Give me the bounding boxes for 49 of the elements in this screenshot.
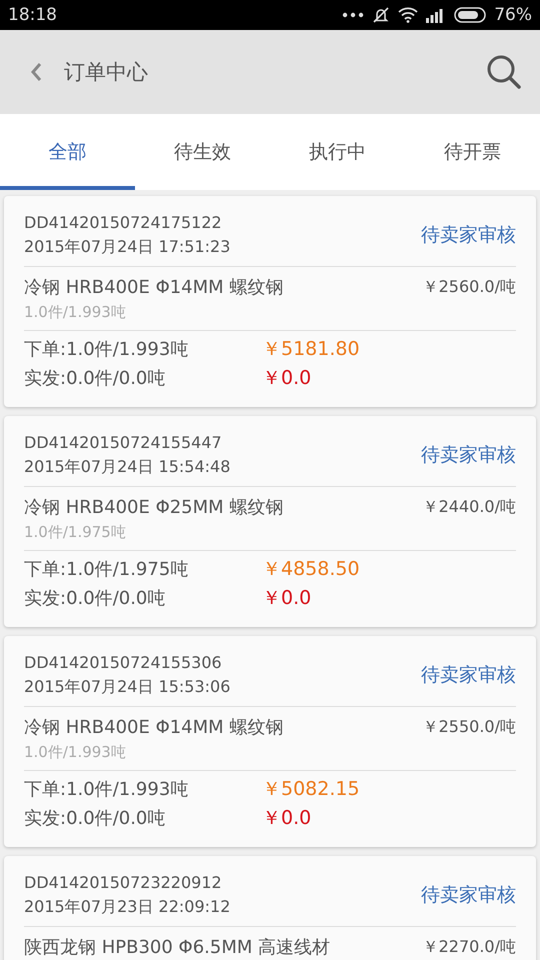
order-number: DD41420150724155306 <box>24 652 223 674</box>
order-card[interactable]: DD41420150724175122 2015年07月24日 17:51:23 待卖家审核 冷钢 HRB400E Φ14MM 螺纹钢 ￥2560.0/吨 1.0件/1.993吨 下单:1.0件/1.993吨 ￥5181.80 实发:0.0件/0.0吨 ￥0.0 <box>4 196 536 407</box>
chevron-left-icon <box>30 62 42 82</box>
order-date: 2015年07月23日 22:09:12 <box>24 896 230 918</box>
battery-icon <box>454 7 486 23</box>
ordered-amount: ￥5181.80 <box>262 337 361 362</box>
product-quantity: 1.0件/1.993吨 <box>24 303 127 322</box>
product-quantity: 1.0件/1.993吨 <box>24 743 127 762</box>
order-status: 待卖家审核 <box>421 663 516 688</box>
ordered-quantity: 下单:1.0件/1.975吨 <box>24 558 190 582</box>
order-number: DD41420150723220912 <box>24 872 223 894</box>
shipped-quantity: 实发:0.0件/0.0吨 <box>24 587 166 611</box>
unit-price: ￥2550.0/吨 <box>422 716 516 738</box>
wifi-icon <box>398 7 418 23</box>
shipped-quantity: 实发:0.0件/0.0吨 <box>24 807 166 831</box>
order-number: DD41420150724175122 <box>24 212 223 234</box>
order-date: 2015年07月24日 17:51:23 <box>24 236 230 258</box>
unit-price: ￥2440.0/吨 <box>422 496 516 518</box>
more-icon <box>342 12 364 18</box>
muted-bell-icon <box>372 6 390 24</box>
battery-level: 76% <box>494 5 532 25</box>
order-date: 2015年07月24日 15:53:06 <box>24 676 230 698</box>
ordered-amount: ￥5082.15 <box>262 777 361 802</box>
order-date: 2015年07月24日 15:54:48 <box>24 456 230 478</box>
ordered-quantity: 下单:1.0件/1.993吨 <box>24 338 190 362</box>
page-title: 订单中心 <box>64 59 149 86</box>
order-status: 待卖家审核 <box>421 223 516 248</box>
order-status: 待卖家审核 <box>421 443 516 468</box>
order-card[interactable]: DD41420150723220912 2015年07月23日 22:09:12 待卖家审核 陕西龙钢 HPB300 Φ6.5MM 高速线材 ￥2270.0/吨 <box>4 856 536 960</box>
order-number: DD41420150724155447 <box>24 432 223 454</box>
product-name: 陕西龙钢 HPB300 Φ6.5MM 高速线材 <box>24 936 330 959</box>
ordered-amount: ￥4858.50 <box>262 557 361 582</box>
shipped-amount: ￥0.0 <box>262 806 312 831</box>
shipped-amount: ￥0.0 <box>262 366 312 391</box>
order-card[interactable]: DD41420150724155306 2015年07月24日 15:53:06 待卖家审核 冷钢 HRB400E Φ14MM 螺纹钢 ￥2550.0/吨 1.0件/1.993吨 下单:1.0件/1.993吨 ￥5082.15 实发:0.0件/0.0吨 ￥0.0 <box>4 636 536 847</box>
search-button[interactable] <box>486 54 522 90</box>
order-card[interactable]: DD41420150724155447 2015年07月24日 15:54:48 待卖家审核 冷钢 HRB400E Φ25MM 螺纹钢 ￥2440.0/吨 1.0件/1.975吨 下单:1.0件/1.975吨 ￥4858.50 实发:0.0件/0.0吨 ￥0.0 <box>4 416 536 627</box>
product-name: 冷钢 HRB400E Φ14MM 螺纹钢 <box>24 716 284 739</box>
ordered-quantity: 下单:1.0件/1.993吨 <box>24 778 190 802</box>
shipped-quantity: 实发:0.0件/0.0吨 <box>24 367 166 391</box>
product-name: 冷钢 HRB400E Φ25MM 螺纹钢 <box>24 496 284 519</box>
product-name: 冷钢 HRB400E Φ14MM 螺纹钢 <box>24 276 284 299</box>
product-quantity: 1.0件/1.975吨 <box>24 523 127 542</box>
shipped-amount: ￥0.0 <box>262 586 312 611</box>
unit-price: ￥2560.0/吨 <box>422 276 516 298</box>
order-status: 待卖家审核 <box>421 883 516 908</box>
unit-price: ￥2270.0/吨 <box>422 936 516 958</box>
status-time: 18:18 <box>8 5 57 25</box>
search-icon <box>486 54 522 90</box>
